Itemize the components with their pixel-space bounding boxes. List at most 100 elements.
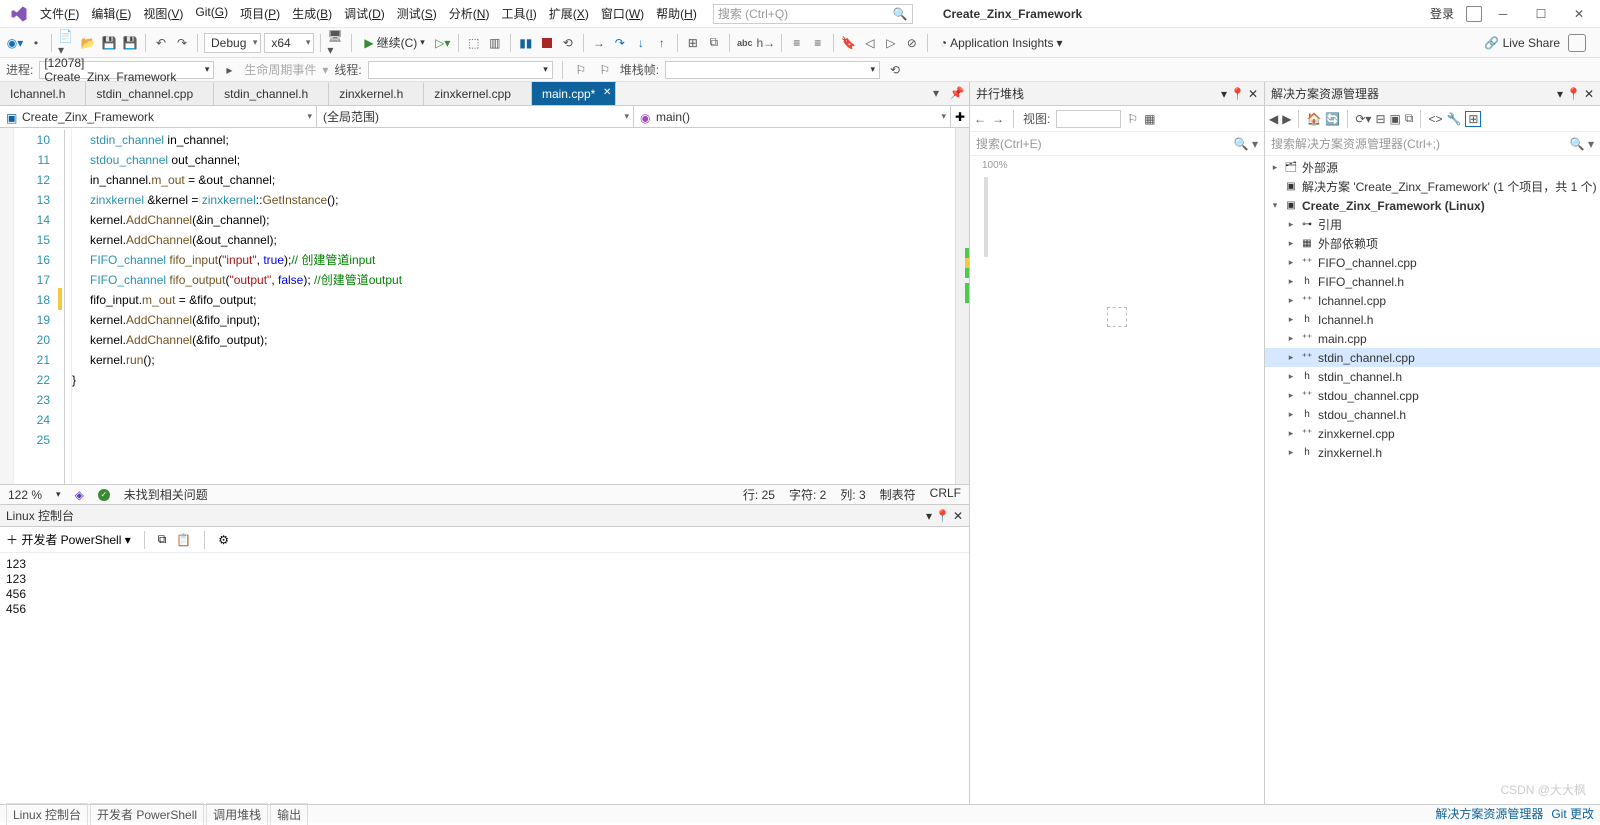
- minimize-button[interactable]: ─: [1486, 2, 1520, 26]
- menu-文件(F)[interactable]: 文件(F): [34, 1, 85, 26]
- tree-外部源[interactable]: ▸🗂外部源: [1265, 158, 1600, 177]
- abc-icon[interactable]: abc: [736, 34, 754, 52]
- ps-grid-icon[interactable]: ▦: [1144, 112, 1155, 126]
- tree-引用[interactable]: ▸⊶引用: [1265, 215, 1600, 234]
- menu-项目(P)[interactable]: 项目(P): [234, 1, 286, 26]
- menu-编辑(E)[interactable]: 编辑(E): [85, 1, 137, 26]
- tree-zinxkernel.cpp[interactable]: ▸⁺⁺zinxkernel.cpp: [1265, 424, 1600, 443]
- new-file-icon[interactable]: 📄▾: [58, 34, 76, 52]
- tree-FIFO_channel.cpp[interactable]: ▸⁺⁺FIFO_channel.cpp: [1265, 253, 1600, 272]
- console-dropdown-icon[interactable]: ▾: [926, 509, 932, 523]
- nav-add-icon[interactable]: ✚: [951, 106, 969, 127]
- flag-icon[interactable]: ⚐: [572, 61, 590, 79]
- ps-zoom-slider[interactable]: [984, 177, 988, 257]
- build-icon[interactable]: ⬚: [465, 34, 483, 52]
- menu-帮助(H)[interactable]: 帮助(H): [650, 1, 703, 26]
- tree-main.cpp[interactable]: ▸⁺⁺main.cpp: [1265, 329, 1600, 348]
- se-sync-icon[interactable]: 🔄: [1325, 112, 1340, 126]
- tree-Ichannel.cpp[interactable]: ▸⁺⁺Ichannel.cpp: [1265, 291, 1600, 310]
- bm-clear-icon[interactable]: ⊘: [903, 34, 921, 52]
- ps-close-icon[interactable]: ✕: [1248, 87, 1258, 101]
- zoom-dropdown-icon[interactable]: ▾: [56, 489, 61, 500]
- scope-dropdown[interactable]: ▣Create_Zinx_Framework: [0, 106, 317, 127]
- tab-zinxkernel.h[interactable]: zinxkernel.h: [329, 82, 424, 105]
- avatar-icon[interactable]: [1568, 34, 1586, 52]
- bookmark-icon[interactable]: 🔖: [840, 34, 858, 52]
- save-icon[interactable]: 💾: [100, 34, 118, 52]
- bm-next-icon[interactable]: ▷: [882, 34, 900, 52]
- tab-Ichannel.h[interactable]: Ichannel.h: [0, 82, 86, 105]
- se-code-icon[interactable]: <>: [1428, 112, 1442, 126]
- menu-扩展(X)[interactable]: 扩展(X): [543, 1, 595, 26]
- step-into-icon[interactable]: ↓: [632, 34, 650, 52]
- tab-zinxkernel.cpp[interactable]: zinxkernel.cpp: [424, 82, 532, 105]
- save-all-icon[interactable]: 💾: [121, 34, 139, 52]
- se-fwd-icon[interactable]: ▶: [1282, 112, 1291, 126]
- code-editor[interactable]: 10111213141516171819202122232425 stdin_c…: [0, 128, 969, 484]
- se-copy-icon[interactable]: ⧉: [1405, 111, 1414, 126]
- ps-back-icon[interactable]: ←: [974, 112, 986, 126]
- btab-开发者 PowerShell[interactable]: 开发者 PowerShell: [90, 803, 204, 825]
- continue-button[interactable]: ▶继续(C)▾: [358, 33, 430, 53]
- se-back-icon[interactable]: ◀: [1269, 112, 1278, 126]
- close-button[interactable]: ✕: [1562, 2, 1596, 26]
- step-over-icon[interactable]: ↷: [611, 34, 629, 52]
- brtab-Git 更改[interactable]: Git 更改: [1551, 805, 1594, 822]
- tree-Ichannel.h[interactable]: ▸hIchannel.h: [1265, 310, 1600, 329]
- tab-stdin_channel.h[interactable]: stdin_channel.h: [214, 82, 329, 105]
- console-add-button[interactable]: ＋ 开发者 PowerShell ▾: [6, 531, 131, 548]
- back-icon[interactable]: ◉▾: [6, 34, 24, 52]
- tree-zinxkernel.h[interactable]: ▸hzinxkernel.h: [1265, 443, 1600, 462]
- app-insights-button[interactable]: ◔ Application Insights ▾: [934, 33, 1069, 53]
- editor-content[interactable]: stdin_channel in_channel;stdou_channel o…: [72, 128, 955, 484]
- ps-fwd-icon[interactable]: →: [992, 112, 1004, 126]
- menu-工具(I)[interactable]: 工具(I): [495, 1, 542, 26]
- btab-Linux 控制台[interactable]: Linux 控制台: [6, 803, 88, 825]
- toggle-1-icon[interactable]: ⊞: [684, 34, 702, 52]
- console-copy-icon[interactable]: ⧉: [158, 532, 167, 547]
- login-link[interactable]: 登录: [1430, 5, 1454, 22]
- tree-stdou_channel.cpp[interactable]: ▸⁺⁺stdou_channel.cpp: [1265, 386, 1600, 405]
- redo-icon[interactable]: ↷: [173, 34, 191, 52]
- tab-close-icon[interactable]: ✕: [603, 87, 611, 98]
- member-dropdown[interactable]: (全局范围): [317, 106, 634, 127]
- global-search-input[interactable]: 搜索 (Ctrl+Q) 🔍: [713, 4, 913, 24]
- tree-stdou_channel.h[interactable]: ▸hstdou_channel.h: [1265, 405, 1600, 424]
- menu-生成(B)[interactable]: 生成(B): [286, 1, 338, 26]
- menu-视图(V)[interactable]: 视图(V): [137, 1, 189, 26]
- menu-分析(N)[interactable]: 分析(N): [443, 1, 496, 26]
- ps-pin-icon[interactable]: 📍: [1230, 87, 1245, 101]
- zoom-level[interactable]: 122 %: [8, 488, 42, 502]
- se-collapse-icon[interactable]: ⊟: [1375, 112, 1385, 126]
- ps-view-dropdown[interactable]: [1056, 110, 1121, 128]
- btab-输出[interactable]: 输出: [270, 803, 308, 825]
- solution-tree[interactable]: ▸🗂外部源▣解决方案 'Create_Zinx_Framework' (1 个项…: [1265, 156, 1600, 804]
- ps-flag-icon[interactable]: ⚐: [1127, 112, 1138, 126]
- remote-icon[interactable]: 🖥▾: [327, 34, 345, 52]
- ps-search-input[interactable]: 搜索(Ctrl+E)🔍 ▾: [970, 132, 1264, 156]
- menu-窗口(W)[interactable]: 窗口(W): [595, 1, 650, 26]
- se-home-icon[interactable]: 🏠: [1306, 112, 1321, 126]
- console-output[interactable]: 123123456456: [0, 553, 969, 804]
- process-dropdown[interactable]: [12078] Create_Zinx_Framework▾: [39, 61, 214, 79]
- open-icon[interactable]: 📂: [79, 34, 97, 52]
- step-icon[interactable]: →: [590, 34, 608, 52]
- tree-stdin_channel.h[interactable]: ▸hstdin_channel.h: [1265, 367, 1600, 386]
- se-showall-icon[interactable]: ▣: [1390, 112, 1401, 126]
- se-filter-icon[interactable]: ⊞: [1465, 111, 1481, 127]
- undo-icon[interactable]: ↶: [152, 34, 170, 52]
- se-dropdown-icon[interactable]: ▾: [1557, 87, 1563, 101]
- btab-调用堆栈[interactable]: 调用堆栈: [206, 803, 268, 825]
- tree-stdin_channel.cpp[interactable]: ▸⁺⁺stdin_channel.cpp: [1265, 348, 1600, 367]
- uncomment-icon[interactable]: ≡: [809, 34, 827, 52]
- ps-dropdown-icon[interactable]: ▾: [1221, 87, 1227, 101]
- tab-main.cpp*[interactable]: main.cpp*✕: [532, 82, 616, 105]
- tree-FIFO_channel.h[interactable]: ▸hFIFO_channel.h: [1265, 272, 1600, 291]
- platform-dropdown[interactable]: x64: [264, 33, 314, 53]
- console-settings-icon[interactable]: ⚙: [218, 533, 229, 547]
- func-dropdown[interactable]: ◉main(): [634, 106, 951, 127]
- lifecycle-icon[interactable]: ▸: [220, 61, 238, 79]
- user-icon[interactable]: [1466, 6, 1482, 22]
- stack-dropdown[interactable]: ▾: [665, 61, 880, 79]
- tree-外部依赖项[interactable]: ▸▦外部依赖项: [1265, 234, 1600, 253]
